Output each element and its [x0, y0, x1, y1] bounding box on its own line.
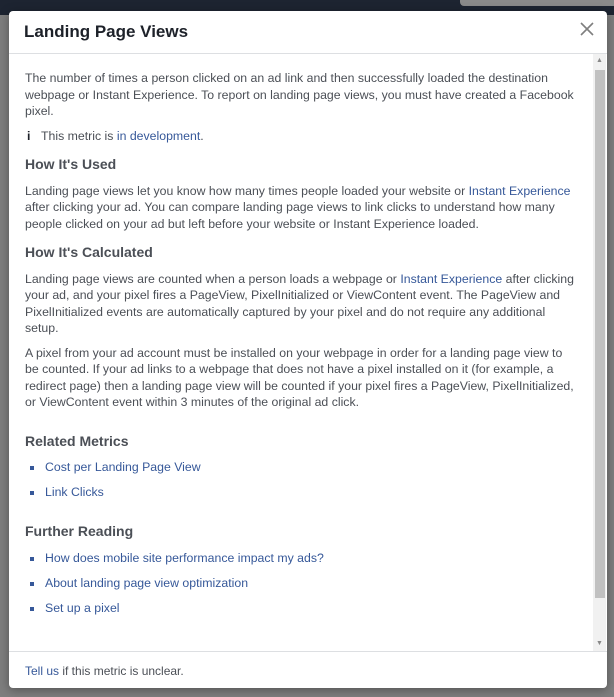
feedback-suffix: if this metric is unclear.	[59, 664, 184, 678]
intro-text: The number of times a person clicked on …	[25, 71, 574, 118]
list-item: How does mobile site performance impact …	[25, 550, 577, 567]
info-icon: i	[27, 128, 31, 143]
link-clicks-link[interactable]: Link Clicks	[45, 485, 104, 499]
notice-text: This metric is	[41, 128, 117, 143]
list-item: About landing page view optimization	[25, 575, 577, 592]
related-metrics-list: Cost per Landing Page View Link Clicks	[25, 459, 577, 501]
scroll-up-arrow-icon[interactable]: ▲	[593, 54, 606, 68]
instant-experience-link-2[interactable]: Instant Experience	[400, 272, 502, 286]
mobile-performance-link[interactable]: How does mobile site performance impact …	[45, 551, 324, 565]
feedback-text: Tell us if this metric is unclear.	[25, 664, 184, 678]
landing-page-optimization-link[interactable]: About landing page view optimization	[45, 576, 248, 590]
tell-us-link[interactable]: Tell us	[25, 664, 59, 678]
list-item: Set up a pixel	[25, 600, 577, 617]
scrollbar[interactable]: ▲ ▼	[593, 54, 606, 651]
how-calculated-text-1: Landing page views are counted when a pe…	[25, 271, 401, 286]
how-used-heading: How It's Used	[25, 156, 117, 172]
cost-per-landing-page-view-link[interactable]: Cost per Landing Page View	[45, 460, 201, 474]
instant-experience-link[interactable]: Instant Experience	[469, 184, 571, 198]
scrollbar-thumb[interactable]	[595, 70, 605, 598]
how-calculated-heading: How It's Calculated	[25, 244, 153, 260]
pixel-requirement-text: A pixel from your ad account must be ins…	[25, 345, 574, 410]
background-tab	[460, 0, 614, 6]
scroll-down-arrow-icon[interactable]: ▼	[593, 637, 606, 651]
further-reading-heading: Further Reading	[25, 523, 134, 539]
how-used-text-2: after clicking your ad. You can compare …	[25, 200, 555, 231]
list-item: Link Clicks	[25, 484, 577, 501]
further-reading-list: How does mobile site performance impact …	[25, 550, 577, 617]
dialog-body: The number of times a person clicked on …	[9, 54, 607, 651]
how-used-text: Landing page views let you know how many…	[25, 183, 577, 233]
close-icon[interactable]	[577, 19, 597, 39]
how-calculated-text: Landing page views are counted when a pe…	[25, 271, 577, 337]
metric-definition-dialog: Landing Page Views The number of times a…	[9, 11, 607, 688]
list-item: Cost per Landing Page View	[25, 459, 577, 476]
dialog-title: Landing Page Views	[24, 22, 189, 41]
dialog-header: Landing Page Views	[9, 11, 607, 54]
notice-suffix: .	[200, 128, 204, 143]
development-notice: i This metric is in development.	[25, 128, 577, 145]
set-up-pixel-link[interactable]: Set up a pixel	[45, 601, 120, 615]
in-development-link[interactable]: in development	[117, 129, 200, 143]
dialog-footer: Tell us if this metric is unclear.	[9, 651, 607, 688]
how-used-text-1: Landing page views let you know how many…	[25, 183, 469, 198]
related-metrics-heading: Related Metrics	[25, 432, 129, 449]
